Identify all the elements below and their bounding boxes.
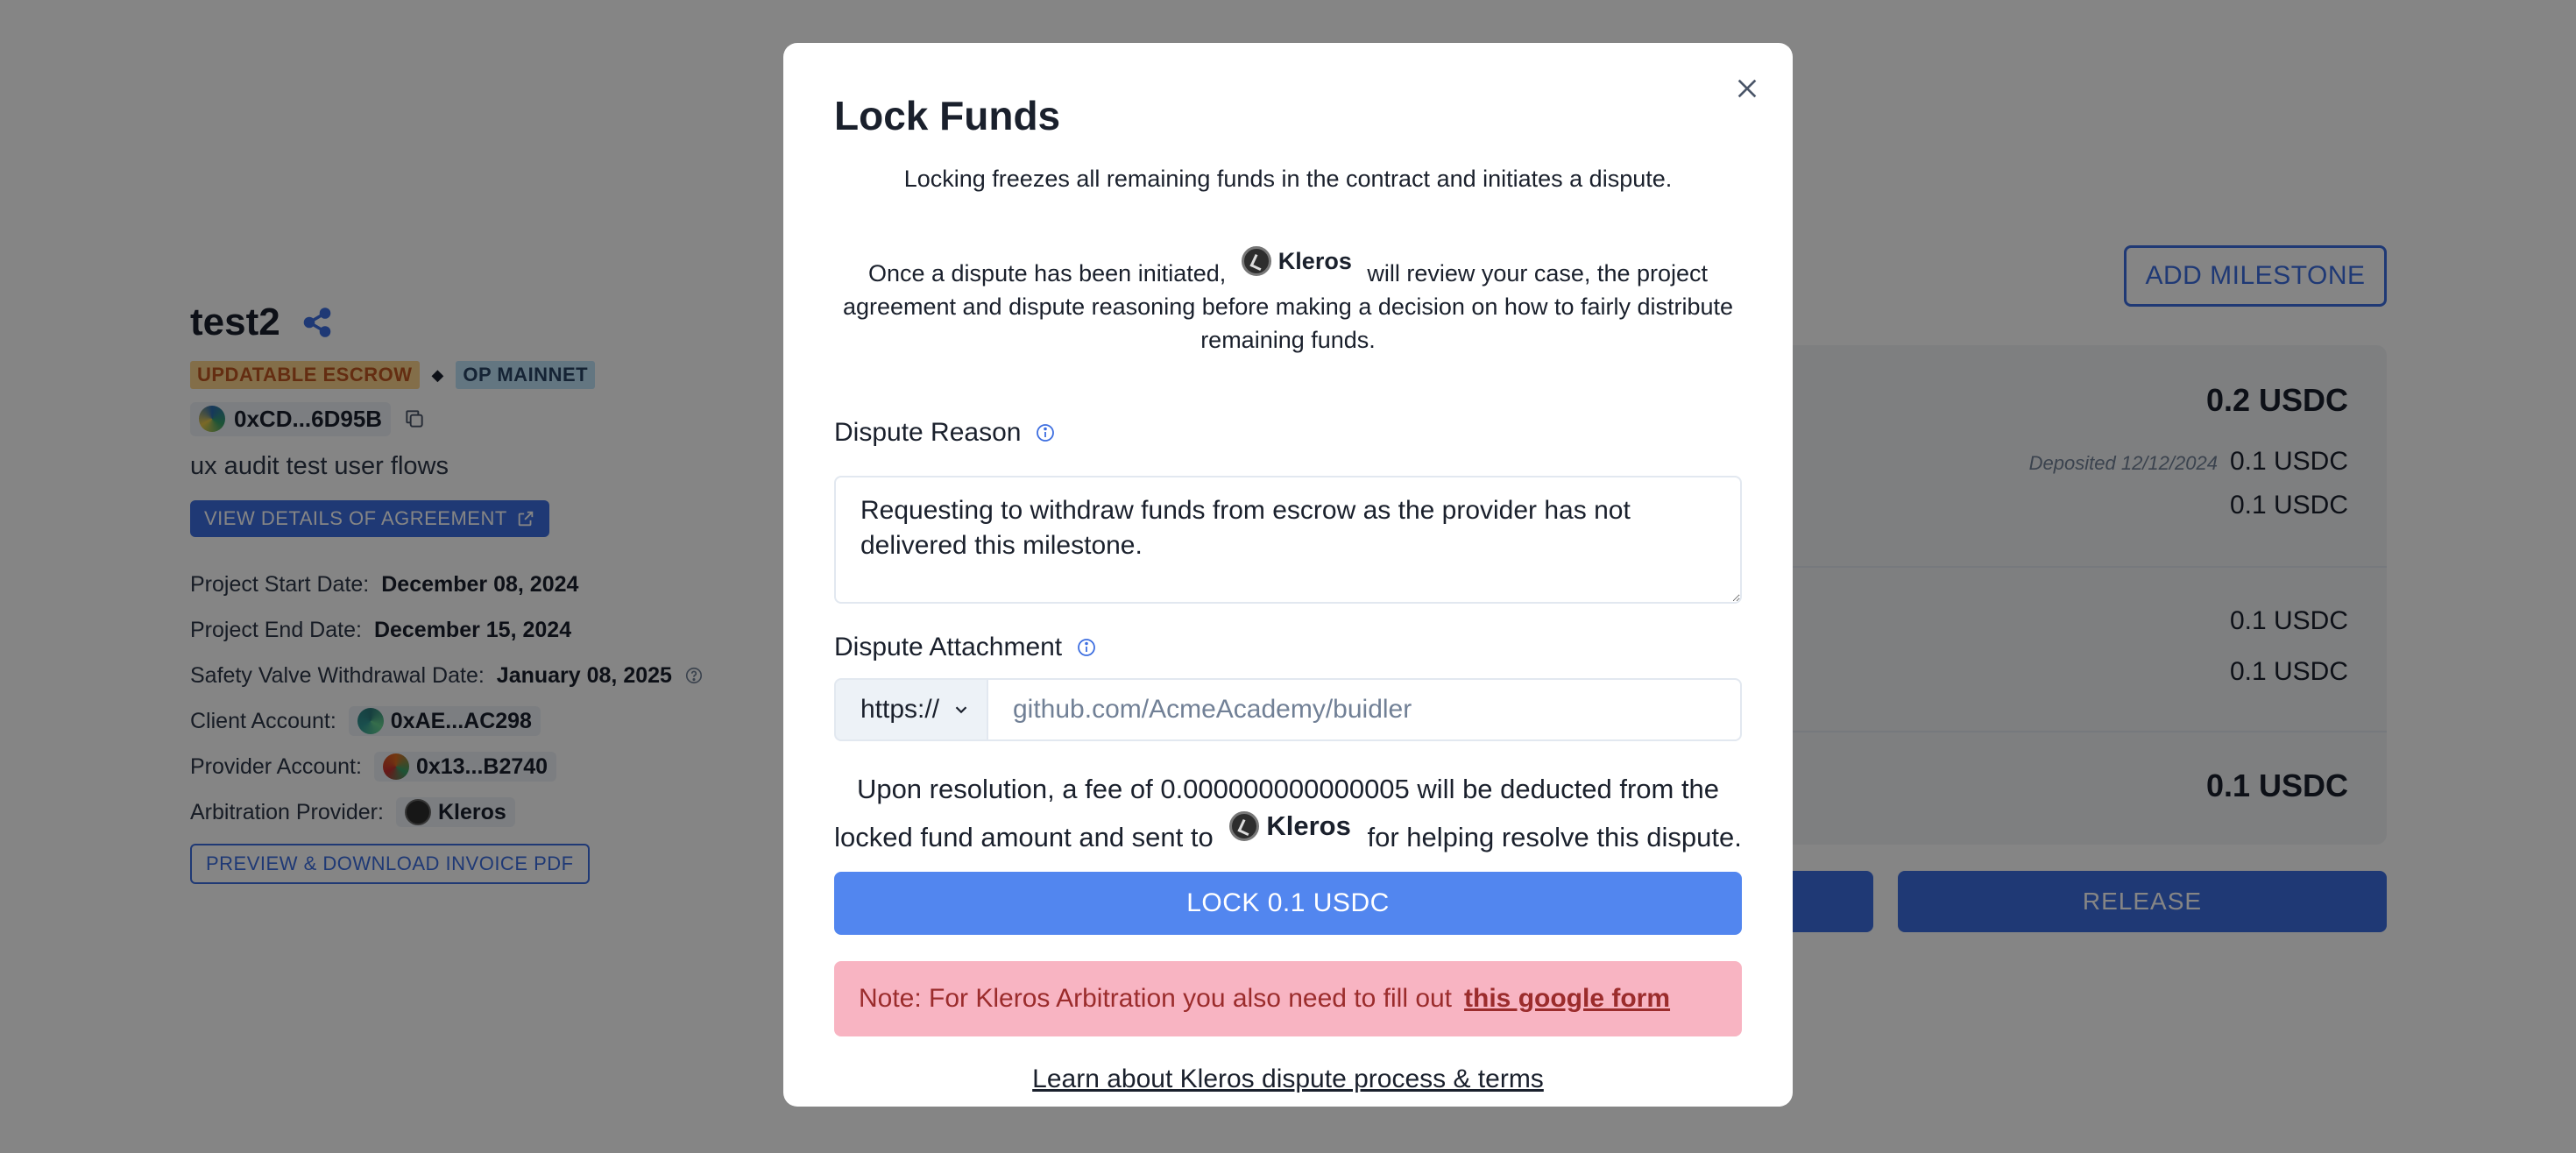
kleros-name: Kleros (1277, 248, 1352, 274)
modal-title: Lock Funds (834, 93, 1061, 138)
dispute-attachment-input-group: https:// (834, 678, 1742, 741)
fee-notice: Upon resolution, a fee of 0.000000000000… (834, 768, 1742, 859)
dispute-reason-label: Dispute Reason (834, 418, 1056, 448)
attachment-url-input[interactable] (987, 678, 1742, 741)
info-icon[interactable] (1035, 422, 1056, 443)
lock-funds-button[interactable]: LOCK 0.1 USDC (834, 872, 1742, 935)
kleros-logo-icon (1229, 811, 1260, 841)
kleros-badge: Kleros (1229, 805, 1351, 847)
learn-kleros-link[interactable]: Learn about Kleros dispute process & ter… (834, 1065, 1742, 1094)
dispute-description: Once a dispute has been initiated, Klero… (834, 246, 1742, 357)
dispute-reason-label-text: Dispute Reason (834, 418, 1022, 447)
lock-funds-modal: Lock Funds Locking freezes all remaining… (783, 43, 1793, 1107)
fee-text-post: for helping resolve this dispute. (1367, 822, 1742, 852)
modal-subtitle: Locking freezes all remaining funds in t… (903, 166, 1673, 192)
close-icon (1737, 79, 1757, 98)
info-icon[interactable] (1076, 637, 1097, 658)
chevron-down-icon (955, 706, 967, 714)
kleros-name: Kleros (1266, 810, 1351, 841)
kleros-note-alert: Note: For Kleros Arbitration you also ne… (834, 961, 1742, 1036)
protocol-value: https:// (860, 695, 940, 724)
protocol-select[interactable]: https:// (834, 678, 987, 741)
kleros-badge: Kleros (1241, 244, 1352, 278)
kleros-logo-icon (1241, 246, 1271, 276)
note-text: Note: For Kleros Arbitration you also ne… (859, 984, 1453, 1013)
dispute-attachment-label: Dispute Attachment (834, 633, 1097, 662)
google-form-link[interactable]: this google form (1464, 984, 1670, 1014)
close-button[interactable] (1726, 67, 1768, 110)
dispute-attachment-label-text: Dispute Attachment (834, 633, 1063, 661)
dispute-desc-pre: Once a dispute has been initiated, (867, 260, 1227, 286)
dispute-reason-textarea[interactable] (834, 476, 1742, 604)
